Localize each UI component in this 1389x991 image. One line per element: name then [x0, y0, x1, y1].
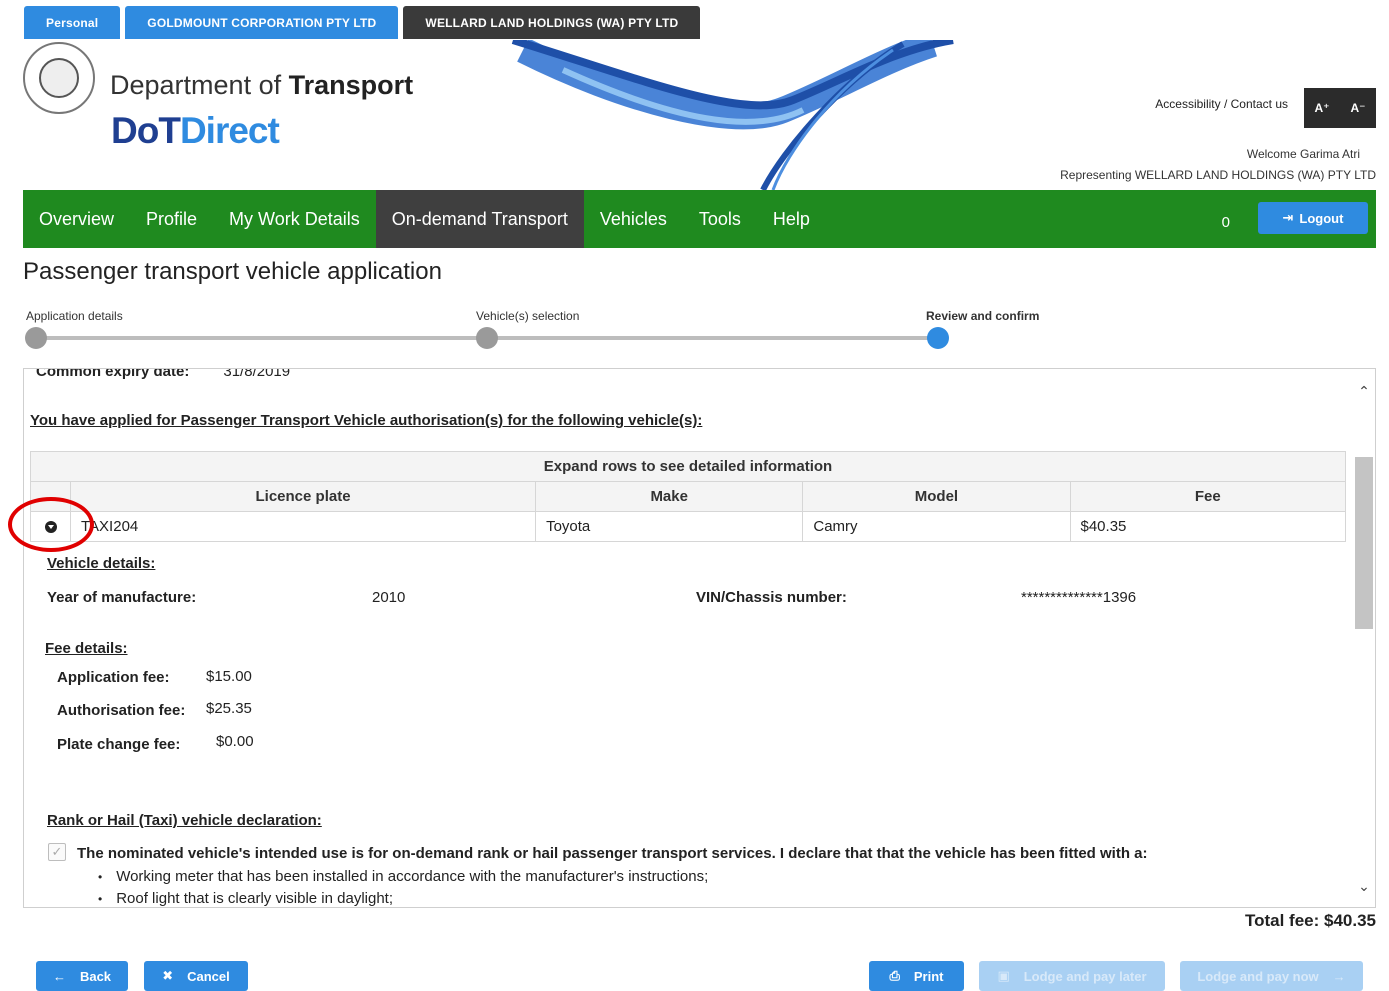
highlight-annotation — [8, 497, 94, 552]
application-fee-value: $15.00 — [206, 668, 252, 685]
header-swoosh — [511, 40, 954, 190]
back-button[interactable]: ← Back — [36, 961, 128, 991]
font-increase-button[interactable]: A⁺ — [1304, 88, 1340, 128]
step-application-details: Application details — [26, 309, 123, 323]
tab-goldmount[interactable]: GOLDMOUNT CORPORATION PTY LTD — [125, 6, 399, 39]
cell-fee: $40.35 — [1069, 511, 1346, 542]
col-fee[interactable]: Fee — [1069, 481, 1346, 512]
declaration-text: The nominated vehicle's intended use is … — [77, 845, 1148, 862]
cell-model: Camry — [802, 511, 1071, 542]
logout-button[interactable]: ⇥ Logout — [1258, 202, 1368, 234]
arrow-right-icon: → — [1332, 968, 1346, 984]
authorisation-fee-value: $25.35 — [206, 700, 252, 717]
vehicle-table: Expand rows to see detailed information … — [30, 451, 1346, 542]
accessibility-contact-link[interactable]: Accessibility / Contact us — [1155, 97, 1288, 111]
step-dot-3 — [927, 327, 949, 349]
wa-crest-logo — [23, 42, 95, 114]
page-title: Passenger transport vehicle application — [23, 258, 442, 285]
list-item: Roof light that is clearly visible in da… — [98, 888, 708, 907]
common-expiry-row: Common expiry date: 31/8/2019 — [36, 368, 291, 380]
vin-value: **************1396 — [1021, 589, 1137, 606]
cart-count[interactable]: 0 — [1222, 214, 1230, 231]
save-icon: ▣ — [997, 968, 1010, 983]
step-dot-2 — [476, 327, 498, 349]
col-make[interactable]: Make — [535, 481, 804, 512]
lodge-pay-now-button[interactable]: Lodge and pay now → — [1180, 961, 1363, 991]
print-button[interactable]: ⎙ Print — [869, 961, 964, 991]
col-model[interactable]: Model — [802, 481, 1071, 512]
department-name: Department of Transport — [110, 70, 414, 100]
vehicle-details-heading: Vehicle details: — [47, 555, 156, 572]
year-label: Year of manufacture: — [47, 589, 197, 606]
welcome-text: Welcome Garima Atri — [1246, 147, 1360, 161]
review-scroll-panel[interactable]: Common expiry date: 31/8/2019 You have ap… — [23, 368, 1376, 908]
col-licence-plate[interactable]: Licence plate — [69, 481, 537, 512]
fee-details-heading: Fee details: — [45, 640, 128, 657]
nav-overview[interactable]: Overview — [23, 190, 130, 248]
scrollbar[interactable]: ⌃ ⌄ — [1353, 369, 1375, 907]
plate-change-fee-label: Plate change fee: — [57, 736, 181, 753]
close-icon: ✖ — [162, 968, 174, 983]
table-row[interactable]: TAXI204 Toyota Camry $40.35 — [30, 511, 1346, 542]
step-dot-1 — [25, 327, 47, 349]
step-vehicle-selection: Vehicle(s) selection — [476, 309, 580, 323]
application-fee-label: Application fee: — [57, 669, 170, 686]
nav-profile[interactable]: Profile — [130, 190, 213, 248]
scroll-down-icon[interactable]: ⌄ — [1357, 878, 1371, 895]
authorisation-fee-label: Authorisation fee: — [57, 702, 186, 719]
declaration-bullets: Working meter that has been installed in… — [98, 866, 708, 907]
table-caption: Expand rows to see detailed information — [30, 451, 1346, 482]
plate-change-fee-value: $0.00 — [216, 733, 254, 750]
nav-help[interactable]: Help — [757, 190, 826, 248]
scroll-up-icon[interactable]: ⌃ — [1357, 383, 1371, 400]
declaration-heading: Rank or Hail (Taxi) vehicle declaration: — [47, 812, 322, 829]
account-tabs: Personal GOLDMOUNT CORPORATION PTY LTD W… — [24, 6, 701, 40]
nav-my-work-details[interactable]: My Work Details — [213, 190, 376, 248]
step-review-confirm: Review and confirm — [926, 309, 1040, 323]
cancel-button[interactable]: ✖ Cancel — [144, 961, 248, 991]
vin-label: VIN/Chassis number: — [696, 589, 847, 606]
nav-tools[interactable]: Tools — [683, 190, 757, 248]
print-icon: ⎙ — [889, 968, 900, 983]
nav-on-demand-transport[interactable]: On-demand Transport — [375, 190, 584, 248]
arrow-left-icon: ← — [52, 968, 66, 984]
lodge-pay-later-button[interactable]: ▣ Lodge and pay later — [979, 961, 1165, 991]
nav-vehicles[interactable]: Vehicles — [584, 190, 683, 248]
dotdirect-logo[interactable]: DoTDirect — [111, 110, 280, 152]
scrollbar-thumb[interactable] — [1355, 457, 1373, 629]
site-header: Department of Transport DoTDirect Access… — [23, 40, 1376, 190]
year-value: 2010 — [372, 589, 406, 606]
representing-text: Representing WELLARD LAND HOLDINGS (WA) … — [1060, 168, 1376, 182]
font-decrease-button[interactable]: A⁻ — [1340, 88, 1376, 128]
declaration-checkbox[interactable]: ✓ — [48, 843, 66, 861]
list-item: Working meter that has been installed in… — [98, 866, 708, 888]
logout-icon: ⇥ — [1282, 210, 1294, 225]
tab-personal[interactable]: Personal — [24, 6, 121, 39]
tab-wellard[interactable]: WELLARD LAND HOLDINGS (WA) PTY LTD — [403, 6, 701, 39]
applied-heading: You have applied for Passenger Transport… — [30, 412, 703, 429]
cell-make: Toyota — [535, 511, 804, 542]
cell-plate: TAXI204 — [69, 511, 537, 542]
total-fee: Total fee: $40.35 — [1244, 911, 1376, 930]
check-icon: ✓ — [51, 844, 63, 859]
main-nav: Overview Profile My Work Details On-dema… — [23, 190, 1376, 248]
